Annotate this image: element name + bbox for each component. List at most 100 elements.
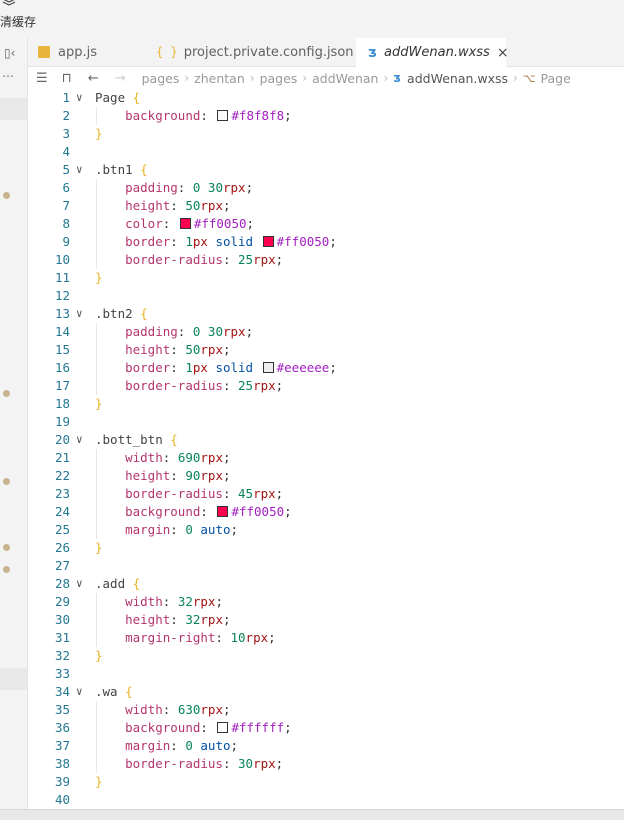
code-line[interactable]: 30 height: 32rpx; <box>28 611 624 629</box>
code-line[interactable]: 32} <box>28 647 624 665</box>
breadcrumb-item[interactable]: zhentan <box>194 71 245 86</box>
code-line[interactable]: 21 width: 690rpx; <box>28 449 624 467</box>
code-line[interactable]: 5 ∨ .btn1 { <box>28 161 624 179</box>
code-text: height: 50rpx; <box>125 198 231 213</box>
code-line[interactable]: 4 <box>28 143 624 161</box>
code-line[interactable]: 36 background: #ffffff; <box>28 719 624 737</box>
tab-app-js[interactable]: app.js <box>38 38 148 66</box>
line-number: 25 <box>54 522 70 537</box>
code-line[interactable]: 7 height: 50rpx; <box>28 197 624 215</box>
code-text: margin: 0 auto; <box>125 738 239 753</box>
code-line[interactable]: 33 <box>28 665 624 683</box>
back-arrow-icon[interactable]: ← <box>88 71 99 86</box>
line-number: 8 <box>62 216 70 231</box>
code-line[interactable]: 12 <box>28 287 624 305</box>
code-line[interactable]: 34 ∨ .wa { <box>28 683 624 701</box>
code-line[interactable]: 13 ∨ .btn2 { <box>28 305 624 323</box>
indent-guide <box>96 593 97 647</box>
forward-arrow-icon[interactable]: → <box>115 71 126 86</box>
color-swatch[interactable] <box>217 110 229 121</box>
editor-scrollbar[interactable] <box>618 89 624 809</box>
chevron-right-icon: › <box>383 71 389 85</box>
fold-chevron-down-icon[interactable]: ∨ <box>76 575 83 593</box>
line-number: 17 <box>54 378 70 393</box>
code-line[interactable]: 15 height: 50rpx; <box>28 341 624 359</box>
code-line[interactable]: 19 <box>28 413 624 431</box>
indent-guide <box>96 179 97 269</box>
color-swatch[interactable] <box>217 506 229 517</box>
code-line[interactable]: 17 border-radius: 25rpx; <box>28 377 624 395</box>
code-text: height: 32rpx; <box>125 612 231 627</box>
code-line[interactable]: 22 height: 90rpx; <box>28 467 624 485</box>
breadcrumb-item[interactable]: addWenan.wxss <box>407 71 508 86</box>
breadcrumb-item[interactable]: Page <box>541 71 571 86</box>
left-panel-row[interactable] <box>0 668 27 690</box>
fold-chevron-down-icon[interactable]: ∨ <box>76 305 83 323</box>
code-line[interactable]: 3} <box>28 125 624 143</box>
list-icon[interactable]: ☰ <box>36 71 48 86</box>
bookmark-icon[interactable]: ⊓ <box>62 71 72 86</box>
color-swatch[interactable] <box>217 722 229 733</box>
code-line[interactable]: 20 ∨ .bott_btn { <box>28 431 624 449</box>
split-editor-icon[interactable]: ▯‹ <box>4 46 15 60</box>
code-line[interactable]: 25 margin: 0 auto; <box>28 521 624 539</box>
code-line[interactable]: 11} <box>28 269 624 287</box>
indent-guide <box>96 449 97 539</box>
code-line[interactable]: 39} <box>28 773 624 791</box>
code-line[interactable]: 31 margin-right: 10rpx; <box>28 629 624 647</box>
breadcrumb-item[interactable]: pages <box>142 71 180 86</box>
code-line[interactable]: 40 <box>28 791 624 809</box>
status-dot <box>3 192 10 199</box>
code-editor[interactable]: 1 ∨ Page {2 background: #f8f8f8; 3} 4 5 ∨ .btn1… <box>28 89 624 809</box>
code-line[interactable]: 2 background: #f8f8f8; <box>28 107 624 125</box>
symbol-icon: ⌥ <box>522 71 536 85</box>
more-icon[interactable]: … <box>2 66 14 80</box>
line-number: 31 <box>54 630 70 645</box>
color-swatch[interactable] <box>179 218 191 229</box>
left-panel <box>0 38 28 809</box>
code-line[interactable]: 29 width: 32rpx; <box>28 593 624 611</box>
line-number: 7 <box>62 198 70 213</box>
code-text: background: #ffffff; <box>125 720 292 735</box>
code-line[interactable]: 18} <box>28 395 624 413</box>
layers-icon[interactable] <box>2 0 16 6</box>
top-strip: 清缓存 <box>0 0 624 38</box>
json-file-icon: { } <box>156 45 178 59</box>
code-line[interactable]: 8 color: #ff0050; <box>28 215 624 233</box>
breadcrumb-item[interactable]: addWenan <box>312 71 378 86</box>
code-line[interactable]: 28 ∨ .add { <box>28 575 624 593</box>
code-line[interactable]: 16 border: 1px solid #eeeeee; <box>28 359 624 377</box>
left-panel-row[interactable] <box>0 98 27 120</box>
code-text: } <box>95 540 103 555</box>
tab-project-private-config[interactable]: { } project.private.config.json <box>156 38 356 66</box>
code-line[interactable]: 37 margin: 0 auto; <box>28 737 624 755</box>
code-line[interactable]: 35 width: 630rpx; <box>28 701 624 719</box>
fold-chevron-down-icon[interactable]: ∨ <box>76 683 83 701</box>
code-line[interactable]: 10 border-radius: 25rpx; <box>28 251 624 269</box>
code-line[interactable]: 9 border: 1px solid #ff0050; <box>28 233 624 251</box>
code-line[interactable]: 23 border-radius: 45rpx; <box>28 485 624 503</box>
color-swatch[interactable] <box>262 236 274 247</box>
fold-chevron-down-icon[interactable]: ∨ <box>76 161 83 179</box>
clear-cache-button[interactable]: 清缓存 <box>0 13 36 30</box>
code-text: margin-right: 10rpx; <box>125 630 276 645</box>
close-icon[interactable]: × <box>497 45 509 61</box>
code-line[interactable]: 27 <box>28 557 624 575</box>
line-number: 3 <box>62 126 70 141</box>
tab-label: project.private.config.json <box>183 44 354 60</box>
code-text: padding: 0 30rpx; <box>125 324 254 339</box>
breadcrumb-item[interactable]: pages <box>260 71 298 86</box>
line-number: 37 <box>54 738 70 753</box>
line-number: 38 <box>54 756 70 771</box>
code-line[interactable]: 1 ∨ Page { <box>28 89 624 107</box>
code-line[interactable]: 38 border-radius: 30rpx; <box>28 755 624 773</box>
code-line[interactable]: 6 padding: 0 30rpx; <box>28 179 624 197</box>
code-line[interactable]: 26} <box>28 539 624 557</box>
code-line[interactable]: 14 padding: 0 30rpx; <box>28 323 624 341</box>
color-swatch[interactable] <box>262 362 274 373</box>
code-text: height: 90rpx; <box>125 468 231 483</box>
fold-chevron-down-icon[interactable]: ∨ <box>76 89 83 107</box>
tab-addwenan-wxss[interactable]: ᴣ addWenan.wxss × <box>356 38 509 67</box>
code-line[interactable]: 24 background: #ff0050; <box>28 503 624 521</box>
fold-chevron-down-icon[interactable]: ∨ <box>76 431 83 449</box>
